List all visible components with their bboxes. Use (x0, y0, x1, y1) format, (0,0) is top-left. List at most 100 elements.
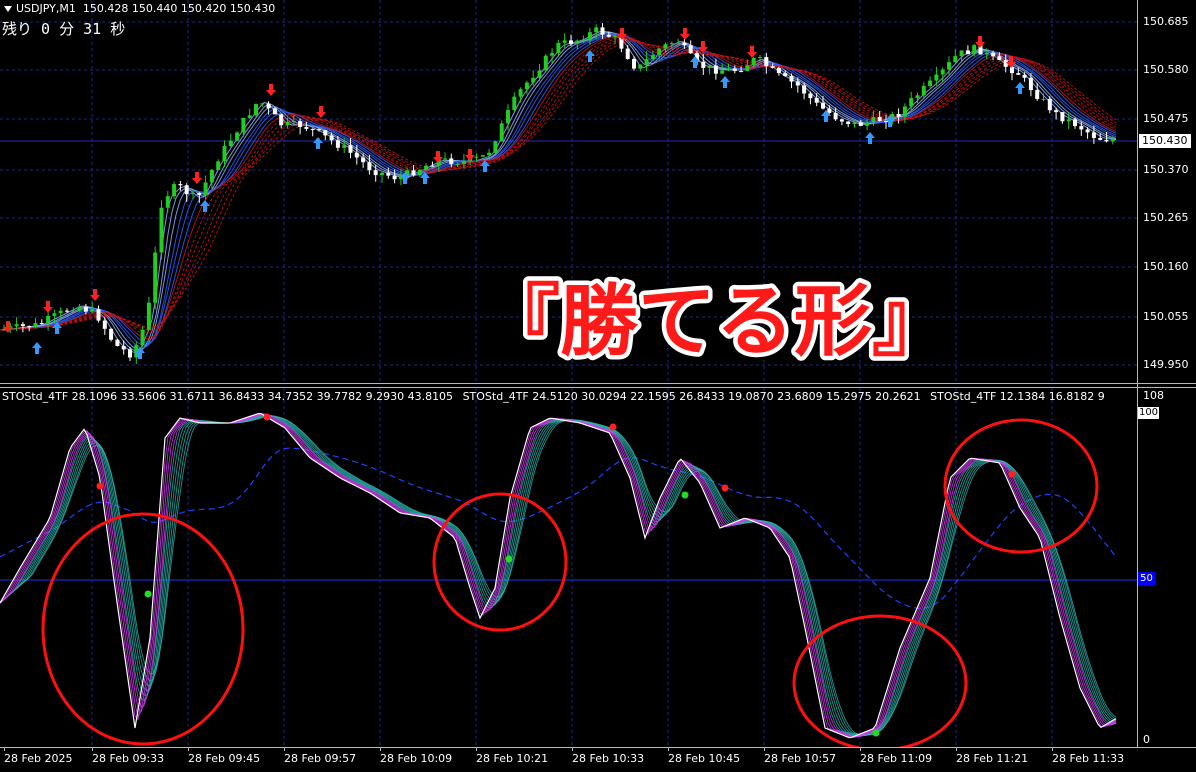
candle-body (896, 114, 901, 117)
candle-body (1098, 137, 1103, 140)
candle-body (165, 196, 170, 208)
candle-body (587, 32, 592, 41)
time-label: 28 Feb 09:45 (188, 752, 261, 765)
candle-body (480, 155, 485, 157)
candle-body (720, 70, 725, 74)
candle-body (600, 27, 605, 35)
candle-body (83, 306, 88, 312)
candle-body (77, 306, 82, 311)
indicator-values-1: STOStd_4TF 28.1096 33.5606 31.6711 36.84… (2, 390, 454, 403)
candle-body (921, 85, 926, 96)
candle-body (109, 328, 114, 340)
time-label: 28 Feb 10:21 (476, 752, 549, 765)
indicator-100-box: 100 (1138, 407, 1159, 419)
candle-body (726, 68, 731, 71)
candle-body (625, 48, 630, 59)
candle-body (569, 40, 573, 44)
candle-body (556, 42, 561, 53)
candle-body (1035, 90, 1040, 99)
indicator-values-3: STOStd_4TF 12.1384 16.8182 9 (930, 390, 1105, 403)
buy-signal-dot (505, 555, 513, 563)
candle-body (915, 95, 920, 99)
candle-body (669, 43, 674, 45)
current-price-box: 150.430 (1139, 134, 1191, 148)
candle-body (373, 170, 378, 176)
candle-body (594, 27, 599, 33)
sell-signal-dot (1008, 470, 1016, 478)
candle-body (455, 164, 460, 166)
candle-body (342, 145, 347, 148)
buy-signal-dot (872, 729, 880, 737)
candle-body (58, 310, 63, 314)
sell-signal-dot (721, 484, 729, 492)
symbol-name: USDJPY,M1 (16, 2, 76, 15)
candle-body (20, 324, 25, 327)
overlay-caption-text: 『勝てる形』 (482, 277, 948, 364)
price-label-1: 150.685 (1143, 15, 1189, 28)
buy-arrow-icon (865, 132, 875, 144)
buy-arrow-icon (1015, 82, 1025, 94)
candle-body (972, 45, 977, 55)
candle-body (96, 309, 101, 321)
candle-body (682, 42, 687, 46)
indicator-pane[interactable] (0, 388, 1137, 747)
candle-body (266, 103, 271, 109)
candle-body (877, 117, 882, 121)
candle-body (203, 182, 208, 195)
candle-body (14, 324, 19, 327)
candle-body (499, 123, 504, 142)
candle-body (562, 40, 567, 43)
buy-signal-dot (681, 491, 689, 499)
candle-body (140, 329, 145, 345)
indicator-axis-top: 108 (1143, 389, 1164, 402)
candle-body (241, 117, 246, 133)
symbol-header: USDJPY,M1 150.428 150.440 150.420 150.43… (4, 2, 275, 15)
candle-body (795, 81, 800, 86)
candle-body (940, 69, 945, 75)
candle-body (354, 152, 359, 158)
overlay-caption: 『勝てる形』 『勝てる形』 (478, 268, 948, 365)
candle-body (449, 158, 454, 165)
candle-body (216, 161, 221, 170)
indicator-level-box: 50 (1138, 572, 1155, 586)
candle-body (1016, 73, 1021, 75)
candle-body (33, 323, 38, 328)
indicator-canvas[interactable] (0, 388, 1137, 747)
candle-body (650, 55, 655, 60)
candle-body (543, 55, 548, 71)
candle-body (146, 302, 151, 330)
candle-body (959, 50, 964, 57)
candle-body (745, 65, 750, 72)
sell-signal-dot (96, 482, 104, 490)
candle-body (323, 130, 328, 136)
candle-body (65, 310, 69, 312)
candle-body (71, 310, 76, 312)
candle-body (865, 122, 870, 126)
time-tick (92, 747, 93, 751)
candle-body (1003, 59, 1008, 67)
candle-body (461, 161, 466, 165)
candle-body (965, 50, 970, 55)
time-tick (668, 747, 669, 751)
candle-body (909, 98, 914, 107)
price-label-4: 150.370 (1143, 163, 1189, 176)
candle-body (821, 102, 825, 109)
candle-body (272, 108, 277, 115)
candle-body (808, 93, 813, 99)
buy-arrow-icon (32, 342, 42, 354)
candle-body (228, 140, 233, 146)
time-label: 28 Feb 11:09 (860, 752, 933, 765)
candle-body (474, 156, 479, 158)
time-label: 28 Feb 09:57 (284, 752, 357, 765)
candle-body (858, 122, 863, 126)
collapse-triangle-icon[interactable] (4, 6, 12, 12)
highlight-circle (432, 492, 568, 632)
time-tick (956, 747, 957, 751)
buy-arrow-icon (720, 76, 730, 88)
candle-body (1073, 119, 1077, 127)
sell-arrow-icon (266, 84, 276, 96)
sell-arrow-icon (747, 46, 757, 58)
candle-body (884, 120, 888, 122)
candle-body (644, 59, 649, 65)
price-label-8: 149.950 (1143, 358, 1189, 371)
